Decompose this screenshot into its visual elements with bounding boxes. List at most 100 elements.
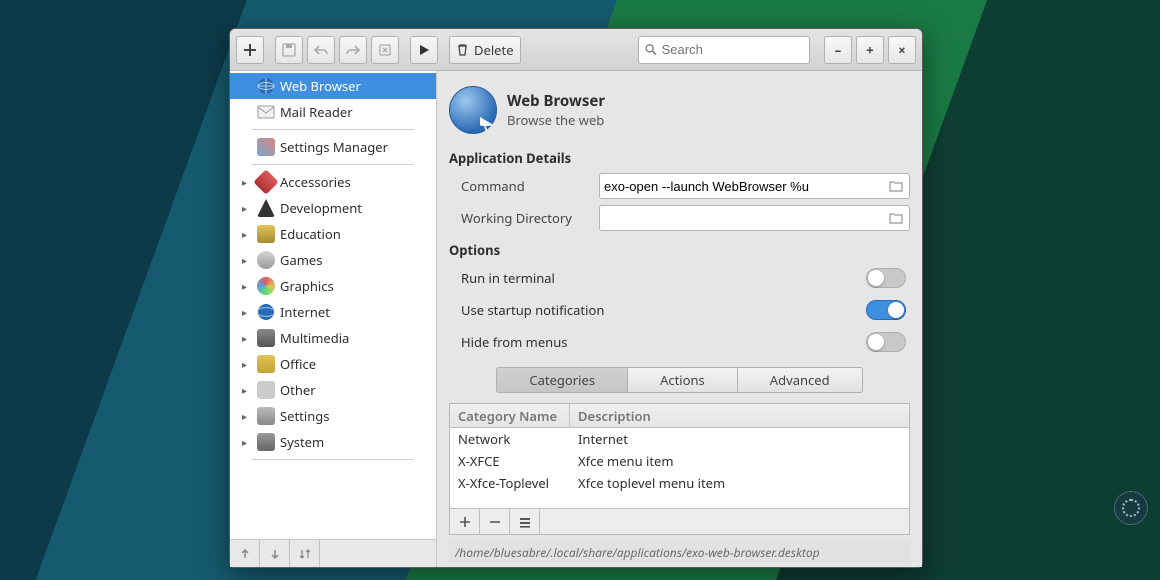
other-icon (256, 380, 276, 400)
remove-category-button[interactable] (480, 509, 510, 534)
globe-icon (256, 76, 276, 96)
tree-label: Web Browser (280, 77, 361, 95)
tree-item-internet[interactable]: ▸ Internet (230, 299, 436, 325)
add-category-button[interactable] (450, 509, 480, 534)
startup-notification-label: Use startup notification (461, 301, 604, 319)
move-up-button[interactable] (230, 540, 260, 567)
menulibre-window: Delete – + × Web Browser (229, 28, 923, 568)
table-row[interactable]: X-Xfce-ToplevelXfce toplevel menu item (450, 472, 909, 494)
tree-label: Education (280, 225, 341, 243)
delete-label: Delete (474, 41, 514, 59)
browse-workdir-icon[interactable] (887, 209, 905, 227)
expand-icon: ▸ (242, 383, 252, 397)
multimedia-icon (256, 328, 276, 348)
statusbar: /home/bluesabre/.local/share/application… (449, 541, 910, 563)
undo-button[interactable] (307, 36, 335, 64)
tab-actions[interactable]: Actions (628, 367, 738, 393)
games-icon (256, 250, 276, 270)
hide-from-menus-switch[interactable] (866, 332, 906, 352)
add-button[interactable] (236, 36, 264, 64)
search-field[interactable] (638, 36, 810, 64)
sidebar: Web Browser Mail Reader Settings Manager (230, 71, 437, 567)
tree-item-graphics[interactable]: ▸ Graphics (230, 273, 436, 299)
tree-item-office[interactable]: ▸ Office (230, 351, 436, 377)
tree-label: Mail Reader (280, 103, 353, 121)
application-details-heading: Application Details (449, 149, 910, 167)
tree-item-multimedia[interactable]: ▸ Multimedia (230, 325, 436, 351)
tree-item-mail-reader[interactable]: Mail Reader (230, 99, 436, 125)
expand-icon: ▸ (242, 175, 252, 189)
th-description[interactable]: Description (570, 404, 909, 427)
command-input[interactable] (599, 173, 910, 199)
app-description[interactable]: Browse the web (507, 111, 605, 129)
cell-description: Internet (570, 430, 909, 448)
sidebar-order-toolbar (230, 539, 436, 567)
tree-label: Office (280, 355, 316, 373)
app-icon[interactable] (449, 86, 497, 134)
search-input[interactable] (662, 42, 803, 57)
tree-label: Graphics (280, 277, 334, 295)
tree-label: Settings (280, 407, 329, 425)
th-category-name[interactable]: Category Name (450, 404, 570, 427)
tree-item-accessories[interactable]: ▸ Accessories (230, 169, 436, 195)
app-header: Web Browser Browse the web (449, 81, 910, 139)
settings-icon (256, 406, 276, 426)
tab-categories[interactable]: Categories (496, 367, 628, 393)
tree-item-games[interactable]: ▸ Games (230, 247, 436, 273)
tree-label: Accessories (280, 173, 351, 191)
cell-category-name: X-Xfce-Toplevel (450, 474, 570, 492)
prefs-icon (256, 137, 276, 157)
office-icon (256, 354, 276, 374)
app-tree[interactable]: Web Browser Mail Reader Settings Manager (230, 71, 436, 539)
tree-item-education[interactable]: ▸ Education (230, 221, 436, 247)
tree-item-other[interactable]: ▸ Other (230, 377, 436, 403)
expand-icon: ▸ (242, 227, 252, 241)
detail-tabs: Categories Actions Advanced (496, 367, 862, 393)
table-row[interactable]: NetworkInternet (450, 428, 909, 450)
minimize-button[interactable]: – (824, 36, 852, 64)
tree-item-settings-manager[interactable]: Settings Manager (230, 134, 436, 160)
expand-icon: ▸ (242, 435, 252, 449)
tree-item-development[interactable]: ▸ Development (230, 195, 436, 221)
execute-button[interactable] (410, 36, 438, 64)
move-down-button[interactable] (260, 540, 290, 567)
tree-item-settings[interactable]: ▸ Settings (230, 403, 436, 429)
tab-advanced[interactable]: Advanced (738, 367, 863, 393)
hide-from-menus-label: Hide from menus (461, 333, 567, 351)
search-icon (645, 43, 657, 56)
detail-pane: Web Browser Browse the web Application D… (437, 71, 922, 567)
tree-label: Settings Manager (280, 138, 388, 156)
expand-icon: ▸ (242, 201, 252, 215)
options-heading: Options (449, 241, 910, 259)
table-footer (450, 508, 909, 534)
expand-icon: ▸ (242, 357, 252, 371)
save-button[interactable] (275, 36, 303, 64)
tree-item-system[interactable]: ▸ System (230, 429, 436, 455)
close-button[interactable]: × (888, 36, 916, 64)
graphics-icon (256, 276, 276, 296)
startup-notification-switch[interactable] (866, 300, 906, 320)
table-body[interactable]: NetworkInternetX-XFCEXfce menu itemX-Xfc… (450, 428, 909, 508)
redo-button[interactable] (339, 36, 367, 64)
command-label: Command (461, 177, 591, 195)
table-row[interactable]: X-XFCEXfce menu item (450, 450, 909, 472)
sort-button[interactable] (290, 540, 320, 567)
expand-icon: ▸ (242, 279, 252, 293)
tree-item-web-browser[interactable]: Web Browser (230, 73, 436, 99)
tree-label: Other (280, 381, 316, 399)
app-title[interactable]: Web Browser (507, 91, 605, 111)
tray-notification-icon[interactable] (1114, 491, 1148, 525)
status-path: /home/bluesabre/.local/share/application… (455, 544, 820, 561)
workdir-input[interactable] (599, 205, 910, 231)
education-icon (256, 224, 276, 244)
run-in-terminal-switch[interactable] (866, 268, 906, 288)
tree-label: Development (280, 199, 362, 217)
clear-categories-button[interactable] (510, 509, 540, 534)
cell-description: Xfce menu item (570, 452, 909, 470)
revert-button[interactable] (371, 36, 399, 64)
categories-table: Category Name Description NetworkInterne… (449, 403, 910, 535)
delete-button[interactable]: Delete (449, 36, 521, 64)
maximize-button[interactable]: + (856, 36, 884, 64)
tree-label: Games (280, 251, 322, 269)
browse-command-icon[interactable] (887, 177, 905, 195)
